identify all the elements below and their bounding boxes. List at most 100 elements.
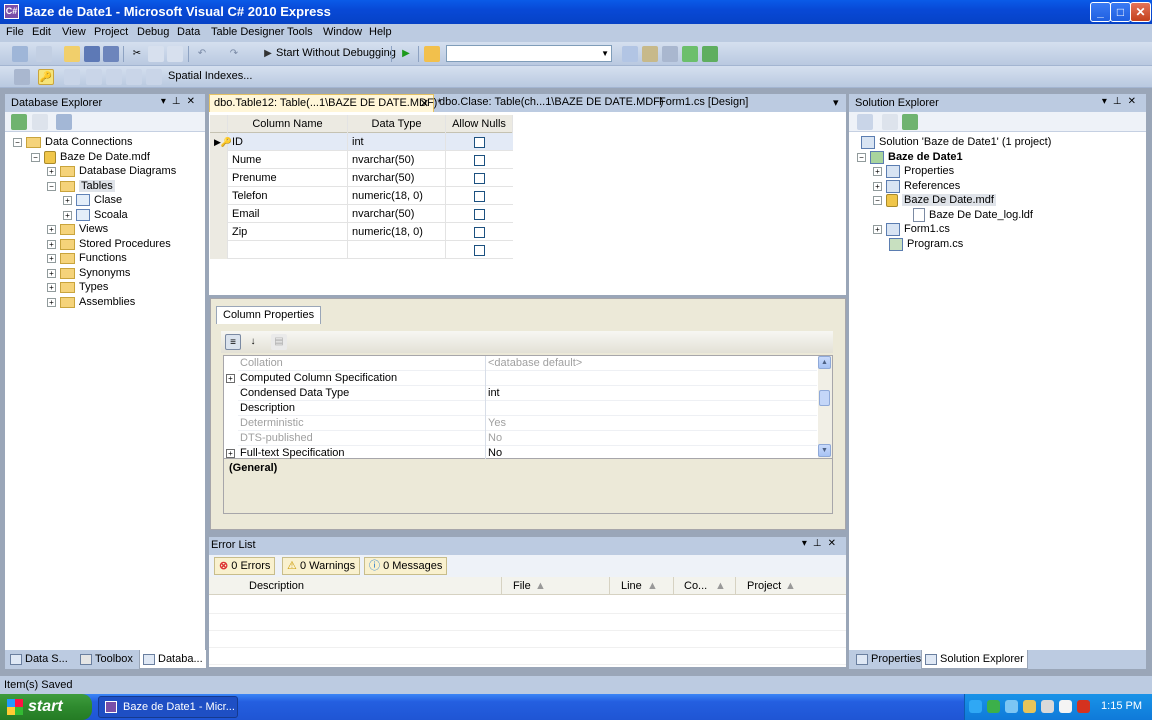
start-debugging-icon[interactable]: ▶ (398, 46, 414, 62)
collapse-icon[interactable]: − (13, 137, 22, 147)
tray-arrow-icon[interactable] (969, 700, 982, 713)
collapse-icon[interactable]: − (31, 152, 40, 162)
allow-nulls-checkbox[interactable] (474, 227, 485, 238)
tree-node-views[interactable]: + Views (47, 222, 108, 237)
tab-properties[interactable]: Properties (853, 650, 924, 669)
refresh-icon[interactable] (11, 114, 27, 130)
column-column-header[interactable]: Co... (684, 580, 707, 592)
property-row[interactable]: Deterministic Yes (238, 416, 817, 431)
tab-column-properties[interactable]: Column Properties (216, 306, 322, 324)
collapse-icon[interactable]: − (857, 152, 866, 162)
expand-icon[interactable]: + (63, 195, 72, 205)
tab-data-sources[interactable]: Data S... (7, 650, 71, 669)
expand-icon[interactable]: + (63, 210, 72, 220)
scroll-up-icon[interactable]: ▲ (818, 356, 831, 369)
expand-icon[interactable]: + (47, 166, 56, 176)
tree-node-form1[interactable]: + Form1.cs (873, 222, 950, 237)
description-column-header[interactable]: Description (249, 580, 304, 592)
indexes-icon[interactable] (86, 69, 102, 85)
warnings-filter-button[interactable]: ⚠ 0 Warnings (282, 557, 361, 575)
tree-node-table-scoala[interactable]: + Scoala (63, 208, 128, 223)
table-row[interactable]: Email nvarchar(50) (210, 205, 513, 223)
spatial-indexes-icon[interactable] (146, 69, 162, 85)
property-row[interactable]: Condensed Data Type int (238, 386, 817, 401)
redo-icon[interactable]: ↷ (226, 46, 242, 62)
tray-shield-icon[interactable] (1023, 700, 1036, 713)
taskbar-item-visual-studio[interactable]: Baze de Date1 - Micr... (98, 696, 238, 718)
tab-toolbox[interactable]: Toolbox (77, 650, 136, 669)
property-pages-icon[interactable]: ▤ (271, 334, 287, 350)
tab-solution-explorer[interactable]: Solution Explorer (921, 650, 1028, 669)
table-row[interactable]: Zip numeric(18, 0) (210, 223, 513, 241)
expand-icon[interactable]: + (873, 181, 882, 191)
show-all-files-icon[interactable] (882, 114, 898, 130)
tray-network-icon[interactable] (987, 700, 1000, 713)
refresh-icon[interactable] (902, 114, 918, 130)
property-row[interactable]: Description (238, 401, 817, 416)
allow-nulls-checkbox[interactable] (474, 209, 485, 220)
menu-help[interactable]: Help (369, 26, 392, 38)
open-file-icon[interactable] (64, 46, 80, 62)
new-project-icon[interactable] (12, 46, 28, 62)
tray-monitor-icon[interactable] (1005, 700, 1018, 713)
stop-icon[interactable] (32, 114, 48, 130)
tree-node-properties[interactable]: + Properties (873, 164, 954, 179)
panel-controls[interactable]: ▾⊥✕ (802, 538, 842, 549)
scroll-thumb[interactable] (819, 390, 830, 406)
solution-config-combo[interactable]: ▼ (446, 45, 612, 62)
undo-icon[interactable]: ↶ (194, 46, 210, 62)
menu-view[interactable]: View (62, 26, 86, 38)
collapse-icon[interactable]: − (47, 181, 56, 191)
menu-edit[interactable]: Edit (32, 26, 51, 38)
connect-to-database-icon[interactable] (56, 114, 72, 130)
tree-node-program[interactable]: Program.cs (889, 237, 963, 252)
tray-usb-icon[interactable] (1059, 700, 1072, 713)
property-row[interactable]: DTS-published No (238, 431, 817, 446)
expand-icon[interactable]: + (873, 224, 882, 234)
tree-node-tables[interactable]: − Tables (47, 179, 115, 194)
expand-icon[interactable]: + (47, 282, 56, 292)
expand-icon[interactable]: + (873, 166, 882, 176)
check-constraints-icon[interactable] (126, 69, 142, 85)
properties-icon[interactable] (857, 114, 873, 130)
generate-change-script-icon[interactable] (14, 69, 30, 85)
allow-nulls-checkbox[interactable] (474, 191, 485, 202)
tree-node-assemblies[interactable]: + Assemblies (47, 295, 135, 310)
cut-icon[interactable]: ✂ (129, 46, 145, 62)
tab-list-dropdown-icon[interactable]: ▾ (829, 94, 843, 112)
tab-table12-designer[interactable]: dbo.Table12: Table(...1\BAZE DE DATE.MDF… (209, 94, 442, 112)
allow-nulls-checkbox[interactable] (474, 137, 485, 148)
tree-node-database-file[interactable]: − Baze De Date.mdf (873, 193, 996, 208)
start-without-debugging-button[interactable]: Start Without Debugging (276, 47, 396, 59)
file-column-header[interactable]: File (513, 580, 531, 592)
add-item-icon[interactable] (36, 46, 52, 62)
tab-form1-design[interactable]: Form1.cs [Design] (655, 94, 752, 112)
paste-icon[interactable] (167, 46, 183, 62)
expand-icon[interactable]: + (226, 374, 235, 383)
menu-table-designer[interactable]: Table Designer (211, 26, 284, 38)
find-in-files-icon[interactable] (424, 46, 440, 62)
primary-key-icon[interactable]: 🔑 (38, 69, 54, 85)
tree-node-synonyms[interactable]: + Synonyms (47, 266, 130, 281)
expand-icon[interactable]: + (47, 268, 56, 278)
save-icon[interactable] (84, 46, 100, 62)
tree-node-stored-procedures[interactable]: + Stored Procedures (47, 237, 171, 252)
close-tab-icon[interactable]: ✕ (420, 97, 429, 110)
start-without-debugging-icon[interactable]: ▶ (260, 46, 276, 62)
start-button[interactable]: start (0, 694, 92, 720)
tree-node-log-file[interactable]: Baze De Date_log.ldf (913, 208, 1033, 223)
tree-node-table-clase[interactable]: + Clase (63, 193, 122, 208)
menu-project[interactable]: Project (94, 26, 128, 38)
property-row[interactable]: + Computed Column Specification (226, 371, 817, 386)
xml-indexes-icon[interactable] (106, 69, 122, 85)
save-all-icon[interactable] (103, 46, 119, 62)
expand-icon[interactable]: + (226, 449, 235, 458)
panel-controls[interactable]: ▾⊥✕ (1102, 96, 1142, 107)
menu-file[interactable]: File (6, 26, 24, 38)
menu-debug[interactable]: Debug (137, 26, 169, 38)
categorized-icon[interactable]: ≡ (225, 334, 241, 350)
copy-icon[interactable] (148, 46, 164, 62)
table-row[interactable]: Prenume nvarchar(50) (210, 169, 513, 187)
tree-node-functions[interactable]: + Functions (47, 251, 127, 266)
tab-clase-designer[interactable]: dbo.Clase: Table(ch...1\BAZE DE DATE.MDF… (435, 94, 668, 112)
